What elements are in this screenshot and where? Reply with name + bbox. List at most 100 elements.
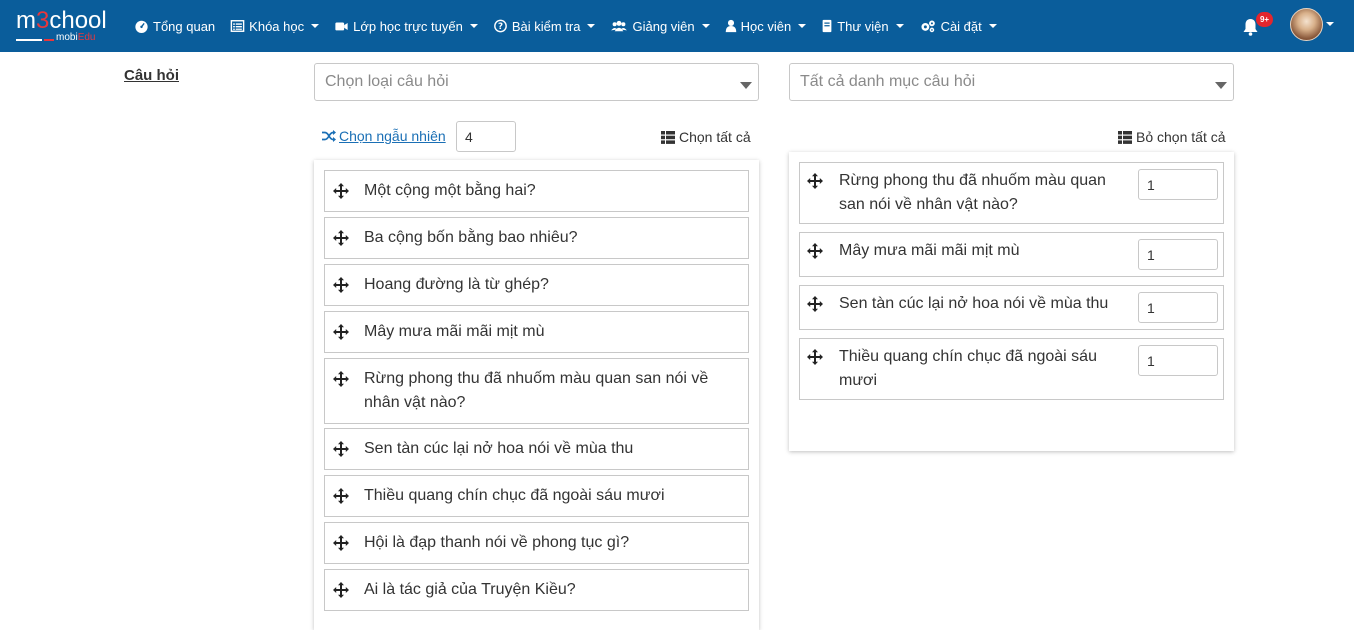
move-icon[interactable] [807,296,823,312]
top-navbar: m3chool mobiEdu Tổng quan Khóa học Lớp h… [0,0,1354,52]
logo-text-accent: 3 [36,7,50,34]
question-text: Ba cộng bốn bằng bao nhiêu? [364,229,578,246]
user-icon [725,19,736,33]
m3chool-logo[interactable]: m3chool mobiEdu [16,8,112,44]
book-icon [822,19,832,33]
question-text: Ai là tác giả của Truyện Kiều? [364,581,576,598]
main-nav: Tổng quan Khóa học Lớp học trực tuyến ? … [134,0,1012,52]
nav-label: Bài kiểm tra [511,18,581,34]
list-item[interactable]: Hội là đạp thanh nói về phong tục gì? [324,522,749,564]
list-item[interactable]: Ai là tác giả của Truyện Kiều? [324,569,749,611]
section-title[interactable]: Câu hỏi [124,67,179,84]
notification-badge: 9+ [1256,12,1273,27]
list-item[interactable]: Rừng phong thu đã nhuốm màu quan san nói… [324,358,749,424]
list-icon [661,130,675,144]
question-text: Mây mưa mãi mãi mịt mù [364,323,545,340]
logo-sub-text: mobi [56,32,78,43]
list-item[interactable]: Hoang đường là từ ghép? [324,264,749,306]
chevron-down-icon [740,82,752,89]
chevron-down-icon [311,24,320,28]
logo-sub-accent: Edu [77,32,96,43]
chevron-down-icon [587,24,596,28]
points-input[interactable] [1138,292,1218,323]
chevron-down-icon [895,24,904,28]
list-item[interactable]: Một cộng một bằng hai? [324,170,749,212]
random-select-label: Chọn ngẫu nhiên [339,128,446,144]
random-count-input[interactable] [456,121,516,152]
select-all-button[interactable]: Chọn tất cả [661,129,751,145]
random-select-link[interactable]: Chọn ngẫu nhiên [322,128,446,144]
dashboard-icon [135,20,148,33]
move-icon[interactable] [807,349,823,365]
question-text: Sen tàn cúc lại nở hoa nói về mùa thu [364,440,634,457]
chevron-down-icon [1215,82,1227,89]
points-input[interactable] [1138,169,1218,200]
points-input[interactable] [1138,239,1218,270]
move-icon[interactable] [807,243,823,259]
nav-item-thu-vien[interactable]: Thư viện [821,18,904,34]
selected-questions-panel: Rừng phong thu đã nhuốm màu quan san nói… [789,152,1234,451]
list-item[interactable]: Sen tàn cúc lại nở hoa nói về mùa thu [324,428,749,470]
list-item[interactable]: Ba cộng bốn bằng bao nhiêu? [324,217,749,259]
question-category-select[interactable]: Tất cả danh mục câu hỏi [789,63,1234,101]
move-icon[interactable] [333,230,349,246]
deselect-all-button[interactable]: Bỏ chọn tất cả [1118,129,1226,145]
list-item[interactable]: Rừng phong thu đã nhuốm màu quan san nói… [799,162,1224,224]
nav-label: Thư viện [837,18,889,34]
select-placeholder: Tất cả danh mục câu hỏi [800,73,976,90]
move-icon[interactable] [333,582,349,598]
move-icon[interactable] [333,183,349,199]
nav-item-khoa-hoc[interactable]: Khóa học [230,19,320,34]
chevron-down-icon [701,24,710,28]
nav-label: Tổng quan [153,18,216,34]
question-text: Mây mưa mãi mãi mịt mù [839,242,1020,259]
move-icon[interactable] [333,488,349,504]
list-item[interactable]: Thiều quang chín chục đã ngoài sáu mươi [799,338,1224,400]
move-icon[interactable] [333,371,349,387]
move-icon[interactable] [333,535,349,551]
list-icon [230,20,245,32]
select-all-label: Chọn tất cả [679,129,751,145]
move-icon[interactable] [333,277,349,293]
nav-item-cai-dat[interactable]: Cài đặt [919,19,997,34]
cogs-icon [921,20,935,33]
select-placeholder: Chọn loại câu hỏi [325,73,449,90]
question-text: Sen tàn cúc lại nở hoa nói về mùa thu [839,295,1109,312]
list-item[interactable]: Sen tàn cúc lại nở hoa nói về mùa thu [799,285,1224,330]
nav-label: Cài đặt [940,18,982,34]
logo-text-part: m [16,7,36,34]
question-text: Hội là đạp thanh nói về phong tục gì? [364,534,630,551]
move-icon[interactable] [333,441,349,457]
question-text: Rừng phong thu đã nhuốm màu quan san nói… [839,172,1106,213]
deselect-all-label: Bỏ chọn tất cả [1136,129,1226,145]
question-text: Hoang đường là từ ghép? [364,276,549,293]
nav-item-tong-quan[interactable]: Tổng quan [134,19,215,34]
nav-item-hoc-vien[interactable]: Học viên [725,19,807,34]
question-text: Rừng phong thu đã nhuốm màu quan san nói… [364,370,709,411]
svg-text:?: ? [498,22,503,32]
chevron-down-icon[interactable] [1326,22,1334,26]
video-icon [335,22,348,31]
logo-underline [16,39,42,41]
shuffle-icon [322,130,336,142]
chevron-down-icon [469,24,478,28]
list-item[interactable]: Mây mưa mãi mãi mịt mù [799,232,1224,277]
available-questions-panel: Một cộng một bằng hai? Ba cộng bốn bằng … [314,160,759,630]
question-text: Một cộng một bằng hai? [364,182,536,199]
nav-item-lop-hoc-truc-tuyen[interactable]: Lớp học trực tuyến [334,19,478,34]
logo-underline-accent [44,39,54,41]
nav-item-giang-vien[interactable]: Giảng viên [610,19,710,34]
chevron-down-icon [988,24,997,28]
question-text: Thiều quang chín chục đã ngoài sáu mươi [364,487,665,504]
logo-text-part: chool [49,7,107,34]
list-item[interactable]: Mây mưa mãi mãi mịt mù [324,311,749,353]
question-type-select[interactable]: Chọn loại câu hỏi [314,63,759,101]
move-icon[interactable] [807,173,823,189]
move-icon[interactable] [333,324,349,340]
nav-item-bai-kiem-tra[interactable]: ? Bài kiểm tra [493,19,596,34]
points-input[interactable] [1138,345,1218,376]
list-item[interactable]: Thiều quang chín chục đã ngoài sáu mươi [324,475,749,517]
list-icon [1118,130,1132,144]
chevron-down-icon [798,24,807,28]
avatar[interactable] [1290,8,1323,41]
